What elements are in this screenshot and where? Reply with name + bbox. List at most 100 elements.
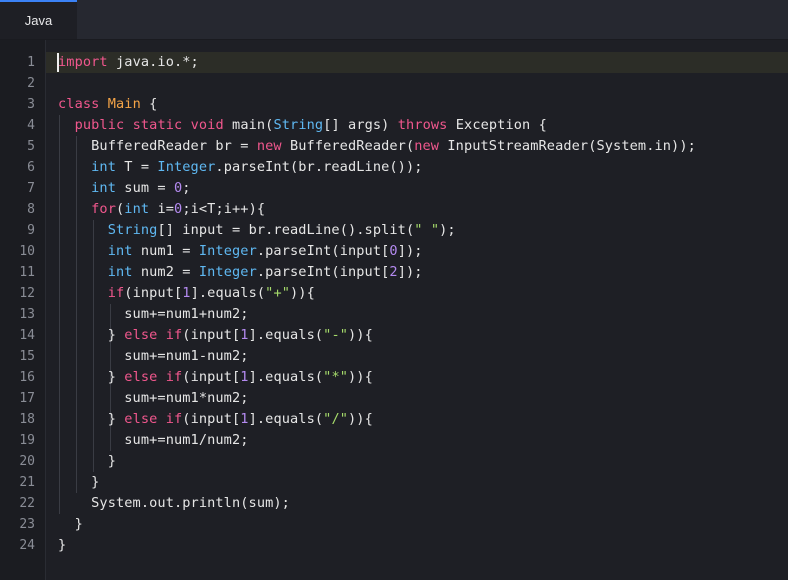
code-token: int bbox=[107, 243, 133, 259]
code-token: .parseInt(input[ bbox=[256, 243, 390, 259]
code-line: } else if(input[1].equals("*")){ bbox=[58, 367, 373, 388]
code-token: import bbox=[58, 54, 108, 70]
code-line: if(input[1].equals("+")){ bbox=[58, 283, 315, 304]
code-token: sum+=num1/num2; bbox=[58, 432, 249, 448]
code-token: ].equals( bbox=[190, 285, 266, 301]
code-token: else bbox=[124, 327, 158, 343]
code-token: Exception { bbox=[447, 117, 547, 133]
code-token: 0 bbox=[389, 243, 398, 259]
code-token: System.out.println(sum); bbox=[58, 495, 290, 511]
code-token: } bbox=[58, 516, 83, 532]
code-token: (input[ bbox=[182, 411, 241, 427]
code-token: class bbox=[58, 96, 100, 112]
code-token: ;i<T;i++){ bbox=[182, 201, 266, 217]
line-number: 21 bbox=[19, 475, 35, 490]
code-token: sum = bbox=[116, 180, 174, 196]
line-number: 3 bbox=[27, 97, 35, 112]
code-token: { bbox=[140, 96, 158, 112]
code-token: Integer bbox=[198, 264, 257, 280]
code-line: } bbox=[58, 535, 66, 556]
line-number: 14 bbox=[19, 328, 35, 343]
line-number: 23 bbox=[19, 517, 35, 532]
line-number: 2 bbox=[27, 76, 35, 91]
code-token: if bbox=[165, 411, 183, 427]
line-number: 5 bbox=[27, 139, 35, 154]
code-token: )){ bbox=[348, 327, 373, 343]
line-number: 20 bbox=[19, 454, 35, 469]
code-token: "/" bbox=[323, 411, 349, 427]
code-line: } bbox=[58, 472, 99, 493]
code-token: ].equals( bbox=[248, 327, 324, 343]
code-line: } bbox=[58, 514, 83, 535]
code-line: String[] input = br.readLine().split(" "… bbox=[58, 220, 456, 241]
line-number: 1 bbox=[27, 55, 35, 70]
code-token: } bbox=[58, 453, 116, 469]
code-token: Main bbox=[107, 96, 141, 112]
code-token: "-" bbox=[323, 327, 349, 343]
code-token: sum+=num1*num2; bbox=[58, 390, 249, 406]
code-token: (input[ bbox=[182, 327, 241, 343]
text-cursor bbox=[57, 53, 59, 72]
code-line: class Main { bbox=[58, 94, 157, 115]
line-number: 18 bbox=[19, 412, 35, 427]
line-number-gutter: 1 2 3 4 5 6 7 8 9 10 11 12 13 14 15 16 17 18 19 20 21 22 23 24 bbox=[0, 40, 46, 580]
code-token: )){ bbox=[290, 285, 315, 301]
code-line: for(int i=0;i<T;i++){ bbox=[58, 199, 265, 220]
line-number: 11 bbox=[19, 265, 35, 280]
code-token: int bbox=[91, 159, 116, 175]
code-token: ]); bbox=[397, 243, 423, 259]
code-token: String bbox=[273, 117, 324, 133]
code-line: int T = Integer.parseInt(br.readLine()); bbox=[58, 157, 423, 178]
line-number: 15 bbox=[19, 349, 35, 364]
line-number: 10 bbox=[19, 244, 35, 259]
line-number: 16 bbox=[19, 370, 35, 385]
tab-bar: Java bbox=[0, 0, 788, 40]
code-token: 1 bbox=[240, 369, 249, 385]
code-line: } bbox=[58, 451, 116, 472]
code-editor[interactable]: 1 2 3 4 5 6 7 8 9 10 11 12 13 14 15 16 17 18 19 20 21 22 23 24 … bbox=[0, 40, 788, 580]
code-token: else bbox=[124, 411, 158, 427]
code-token: .parseInt(br.readLine()); bbox=[215, 159, 423, 175]
code-token: T = bbox=[116, 159, 158, 175]
line-number: 4 bbox=[27, 118, 35, 133]
code-token: } bbox=[58, 537, 67, 553]
code-token: } bbox=[58, 411, 125, 427]
code-token: num2 = bbox=[132, 264, 199, 280]
line-number: 24 bbox=[19, 538, 35, 553]
code-token: (input[ bbox=[124, 285, 183, 301]
code-token: num1 = bbox=[132, 243, 199, 259]
code-token: 1 bbox=[182, 285, 191, 301]
code-line: sum+=num1*num2; bbox=[58, 388, 249, 409]
code-token: static bbox=[132, 117, 183, 133]
code-token: )){ bbox=[348, 369, 373, 385]
code-token: [] input = br.readLine().split( bbox=[157, 222, 415, 238]
line-number: 17 bbox=[19, 391, 35, 406]
code-token: .parseInt(input[ bbox=[256, 264, 390, 280]
code-line: int sum = 0; bbox=[58, 178, 191, 199]
code-token: for bbox=[91, 201, 116, 217]
line-number: 19 bbox=[19, 433, 35, 448]
line-number: 13 bbox=[19, 307, 35, 322]
code-token: new bbox=[256, 138, 282, 154]
code-line: public static void main(String[] args) t… bbox=[58, 115, 547, 136]
code-line: sum+=num1/num2; bbox=[58, 430, 249, 451]
code-token: if bbox=[165, 327, 183, 343]
code-line: int num2 = Integer.parseInt(input[2]); bbox=[58, 262, 423, 283]
code-token: (input[ bbox=[182, 369, 241, 385]
code-token: int bbox=[124, 201, 150, 217]
tab-java[interactable]: Java bbox=[0, 0, 77, 39]
code-token: ; bbox=[182, 180, 191, 196]
code-token: )){ bbox=[348, 411, 373, 427]
code-token: sum+=num1-num2; bbox=[58, 348, 249, 364]
